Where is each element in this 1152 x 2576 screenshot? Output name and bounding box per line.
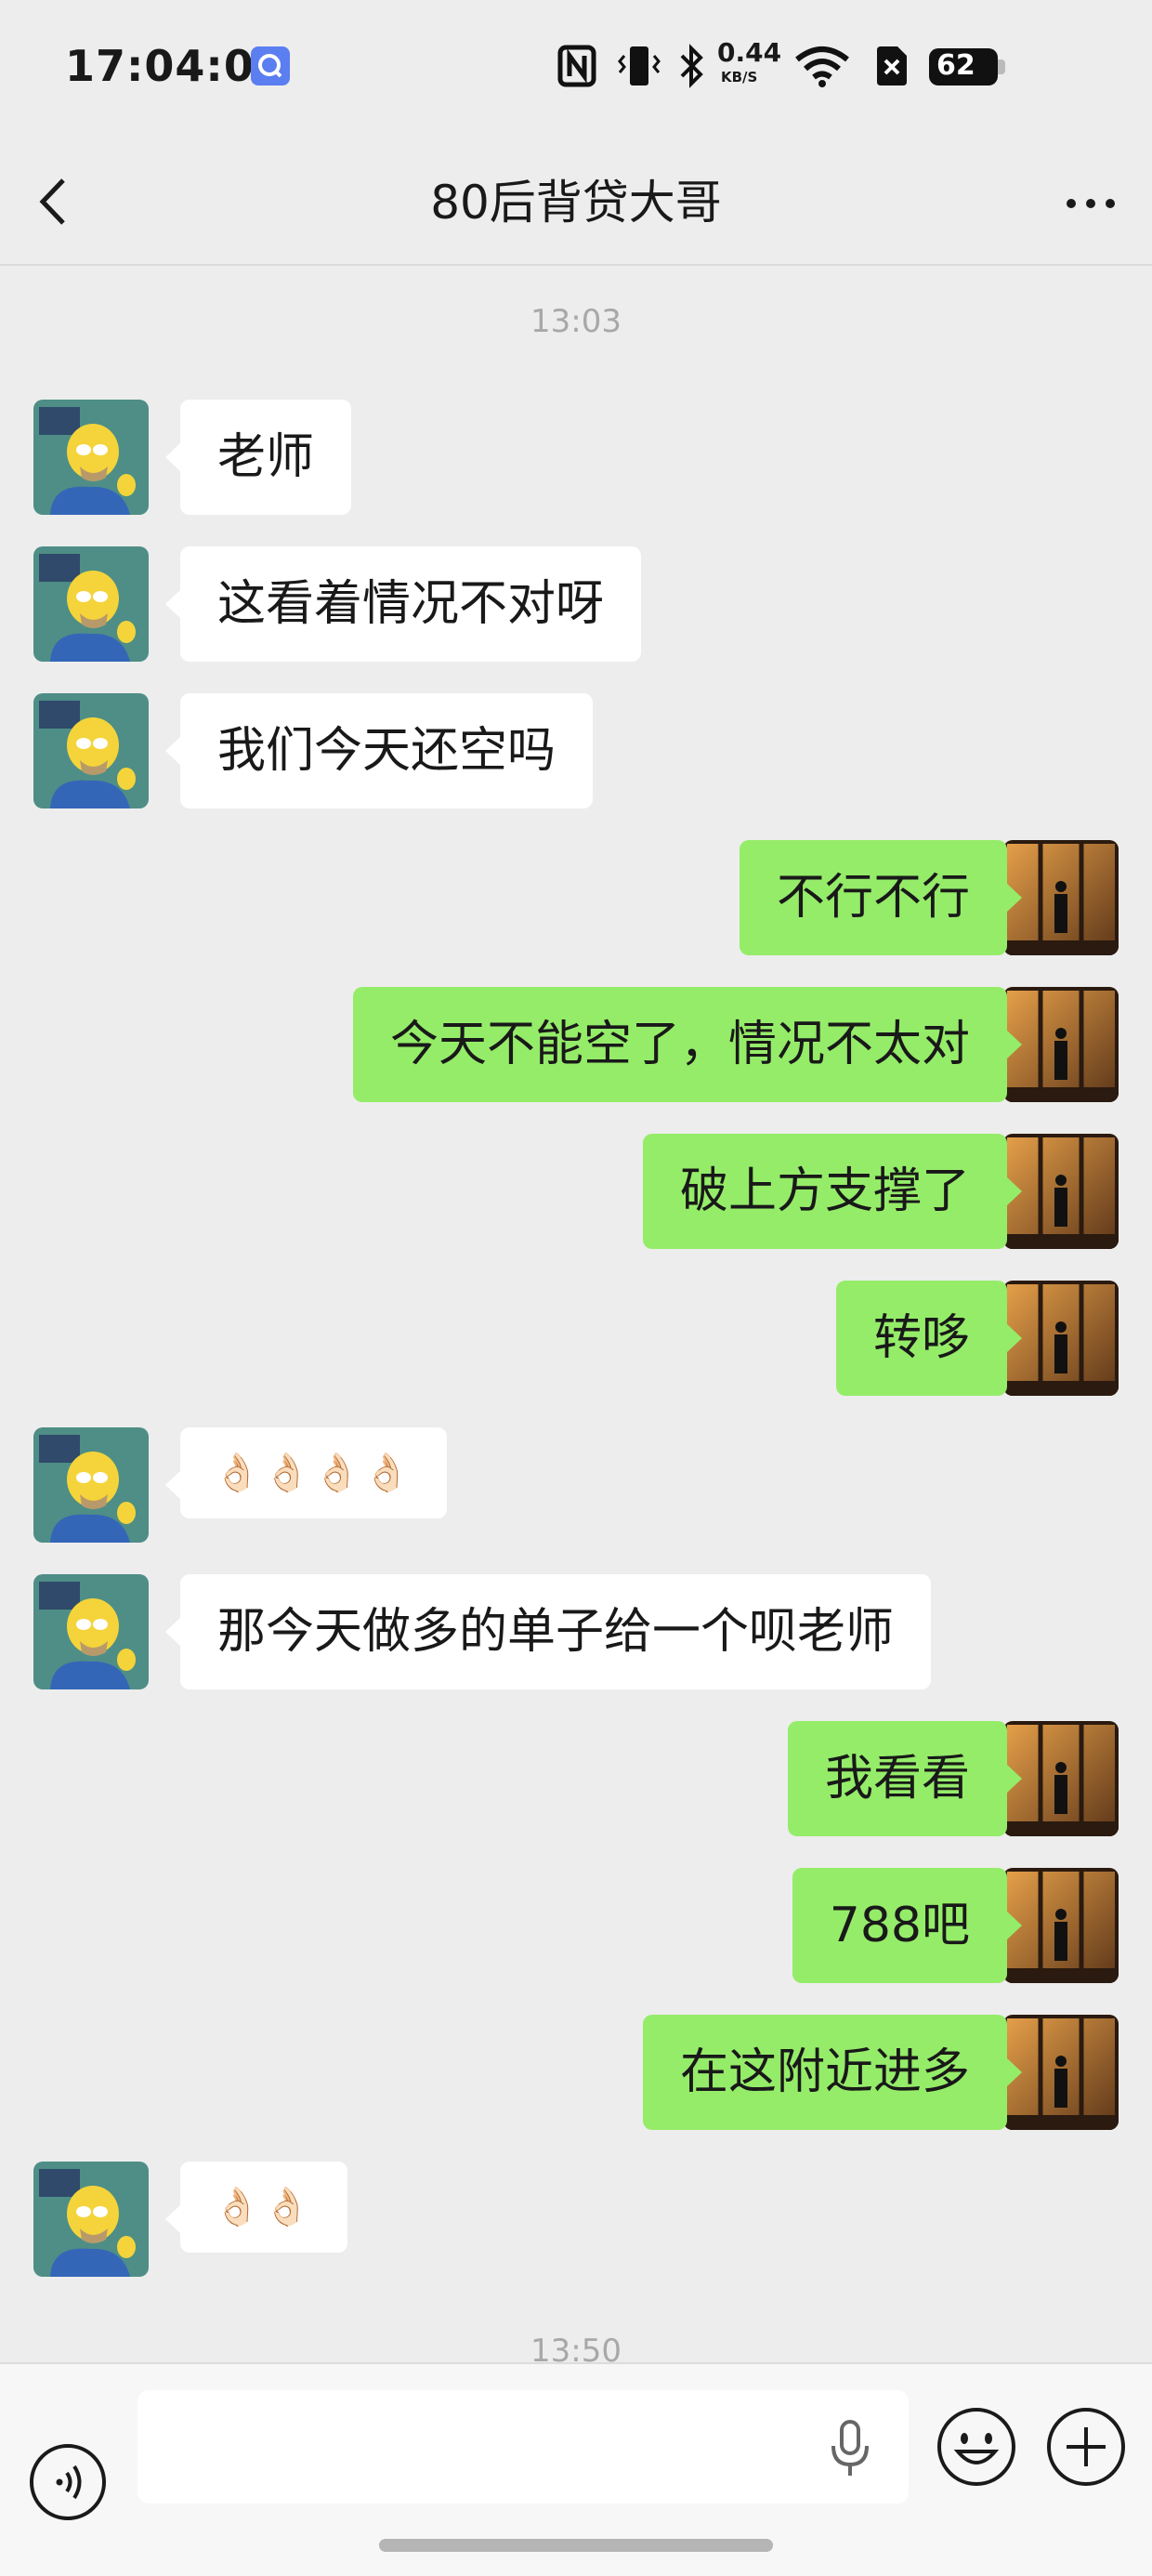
emoji-button[interactable]	[935, 2405, 1018, 2489]
cartoon-avatar-icon	[33, 400, 149, 515]
bluetooth-icon	[680, 44, 703, 88]
message-bubble[interactable]: 老师	[164, 400, 352, 515]
message-list[interactable]: 13:03 老师 这看着情况不对呀 我们今天还空吗 不行不行 今天不能空了，情况…	[0, 268, 1152, 2362]
home-indicator[interactable]	[379, 2539, 773, 2552]
message-incoming: 👌🏻👌🏻👌🏻👌🏻	[0, 1427, 1152, 1543]
voice-mode-button[interactable]	[28, 2442, 108, 2522]
vibrate-icon	[618, 46, 661, 85]
message-outgoing: 不行不行	[0, 840, 1152, 955]
message-incoming: 老师	[0, 400, 1152, 515]
message-outgoing: 破上方支撑了	[0, 1134, 1152, 1249]
voice-icon	[30, 2444, 106, 2520]
sim-error-icon	[877, 46, 907, 85]
contact-avatar[interactable]	[33, 546, 149, 662]
chat-header: 80后背贷大哥	[0, 138, 1152, 266]
emoji-message-bubble[interactable]: 👌🏻👌🏻	[165, 2162, 347, 2253]
more-functions-button[interactable]	[1044, 2405, 1128, 2489]
message-outgoing: 在这附近进多	[0, 2015, 1152, 2130]
message-bubble[interactable]: 破上方支撑了	[642, 1134, 1023, 1249]
message-bubble[interactable]: 不行不行	[739, 840, 1023, 955]
message-bubble[interactable]: 那今天做多的单子给一个呗老师	[164, 1574, 932, 1689]
contact-avatar[interactable]	[33, 693, 149, 808]
message-outgoing: 788吧	[0, 1868, 1152, 1983]
more-dot-icon	[1106, 199, 1115, 208]
contact-avatar[interactable]	[33, 1427, 149, 1543]
message-outgoing: 今天不能空了，情况不太对	[0, 987, 1152, 1102]
cartoon-avatar-icon	[33, 2162, 149, 2277]
status-bar: 17:04:05 0.44 KB/S 62	[0, 0, 1152, 138]
cartoon-avatar-icon	[33, 1427, 149, 1543]
message-outgoing: 转哆	[0, 1281, 1152, 1396]
message-incoming: 这看着情况不对呀	[0, 546, 1152, 662]
app-notification-icon	[251, 46, 290, 85]
status-icons: 0.44 KB/S 62	[557, 37, 1078, 93]
message-bubble[interactable]: 我们今天还空吗	[164, 693, 594, 808]
battery-icon: 62	[929, 48, 1005, 85]
message-bubble[interactable]: 转哆	[835, 1281, 1023, 1396]
message-bubble[interactable]: 这看着情况不对呀	[164, 546, 642, 662]
more-dot-icon	[1067, 199, 1076, 208]
timestamp: 13:50	[530, 2333, 622, 2362]
wifi-icon	[795, 46, 849, 87]
message-bubble[interactable]: 在这附近进多	[642, 2015, 1023, 2130]
cartoon-avatar-icon	[33, 546, 149, 662]
plus-icon	[1047, 2408, 1125, 2486]
message-bubble[interactable]: 788吧	[792, 1868, 1023, 1983]
emoji-icon	[937, 2408, 1015, 2486]
message-incoming: 那今天做多的单子给一个呗老师	[0, 1574, 1152, 1689]
contact-avatar[interactable]	[33, 1574, 149, 1689]
message-incoming: 👌🏻👌🏻	[0, 2162, 1152, 2277]
contact-avatar[interactable]	[33, 400, 149, 515]
microphone-icon	[831, 2420, 869, 2476]
timestamp: 13:03	[530, 303, 622, 340]
contact-avatar[interactable]	[33, 2162, 149, 2277]
network-speed: 0.44 KB/S	[717, 37, 782, 85]
nfc-icon	[557, 45, 596, 87]
cartoon-avatar-icon	[33, 693, 149, 808]
emoji-message-bubble[interactable]: 👌🏻👌🏻👌🏻👌🏻	[164, 1427, 448, 1518]
more-dot-icon	[1086, 199, 1095, 208]
microphone-button[interactable]	[827, 2418, 873, 2479]
message-bubble[interactable]: 今天不能空了，情况不太对	[352, 987, 1023, 1102]
message-bubble[interactable]: 我看看	[787, 1721, 1023, 1836]
message-outgoing: 我看看	[0, 1721, 1152, 1836]
cartoon-avatar-icon	[33, 1574, 149, 1689]
message-incoming: 我们今天还空吗	[0, 693, 1152, 808]
message-input[interactable]	[137, 2390, 909, 2504]
chat-title: 80后背贷大哥	[430, 176, 722, 230]
more-options-button[interactable]	[1054, 175, 1128, 230]
